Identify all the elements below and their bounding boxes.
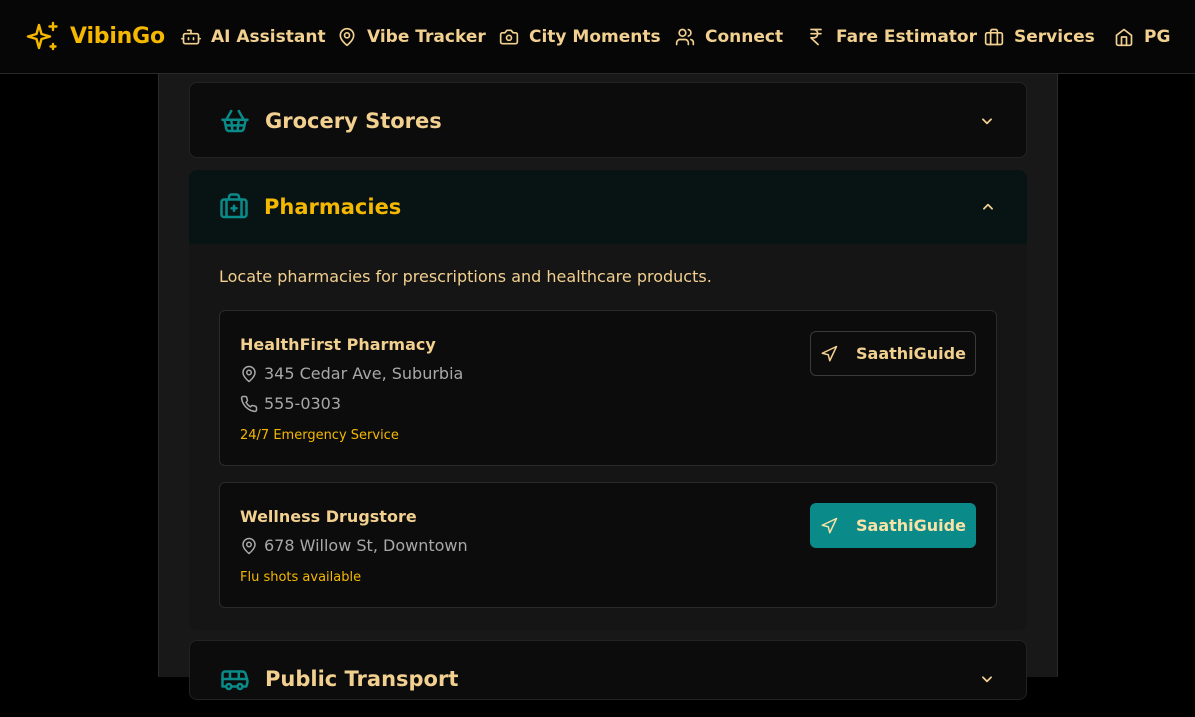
medical-briefcase-icon <box>220 193 248 219</box>
accordion-header-grocery[interactable]: Grocery Stores <box>190 83 1026 159</box>
accordion-title: Grocery Stores <box>265 109 442 133</box>
top-navbar: VibinGo AI Assistant Vibe Tracker City M… <box>0 0 1195 74</box>
pharmacy-note: Flu shots available <box>240 570 362 585</box>
nav-fare-estimator[interactable]: Fare Estimator <box>806 0 977 74</box>
brand-name: VibinGo <box>70 24 165 49</box>
accordion-header-pharmacies[interactable]: Pharmacies <box>189 170 1027 244</box>
button-label: SaathiGuide <box>856 344 966 363</box>
section-description: Locate pharmacies for prescriptions and … <box>219 267 712 286</box>
chevron-down-icon <box>982 118 992 125</box>
nav-connect[interactable]: Connect <box>675 0 783 74</box>
map-pin-icon <box>339 27 355 47</box>
button-label: SaathiGuide <box>856 516 966 535</box>
chevron-up-icon <box>983 203 993 210</box>
pharmacy-address: 678 Willow St, Downtown <box>240 536 468 555</box>
pharmacy-card: HealthFirst Pharmacy 345 Cedar Ave, Subu… <box>219 310 997 466</box>
chevron-down-icon <box>982 676 992 683</box>
nav-vibe-tracker[interactable]: Vibe Tracker <box>337 0 486 74</box>
map-pin-icon <box>242 537 256 554</box>
nav-label: AI Assistant <box>211 27 326 47</box>
pharmacy-address: 345 Cedar Ave, Suburbia <box>240 364 463 383</box>
sparkles-icon <box>26 21 58 50</box>
navigation-icon <box>821 517 838 533</box>
phone-icon <box>240 395 258 412</box>
bus-icon <box>221 670 249 691</box>
saathiguide-button[interactable]: SaathiGuide <box>810 331 976 376</box>
nav-label: Connect <box>705 27 784 47</box>
home-icon <box>1115 28 1133 47</box>
accordion-pharmacies: Pharmacies Locate pharmacies for prescri… <box>189 170 1027 630</box>
pharmacy-card: Wellness Drugstore 678 Willow St, Downto… <box>219 482 997 608</box>
shopping-basket-icon <box>221 109 249 133</box>
pharmacy-phone: 555-0303 <box>240 394 341 413</box>
pharmacy-name: Wellness Drugstore <box>240 507 417 526</box>
bot-icon <box>181 29 201 45</box>
briefcase-icon <box>984 28 1004 46</box>
pharmacy-note: 24/7 Emergency Service <box>240 428 399 443</box>
phone-text: 555-0303 <box>264 394 342 413</box>
navigation-icon <box>821 345 838 361</box>
nav-services[interactable]: Services <box>984 0 1095 74</box>
map-pin-icon <box>242 365 256 382</box>
nav-pg[interactable]: PG <box>1114 0 1170 74</box>
accordion-title: Pharmacies <box>264 195 402 219</box>
address-text: 678 Willow St, Downtown <box>264 536 468 555</box>
nav-ai-assistant[interactable]: AI Assistant <box>181 0 326 74</box>
accordion-header-transport[interactable]: Public Transport <box>190 641 1026 717</box>
nav-label: Services <box>1014 27 1095 47</box>
nav-city-moments[interactable]: City Moments <box>499 0 661 74</box>
camera-icon <box>499 29 519 45</box>
saathiguide-button[interactable]: SaathiGuide <box>810 503 976 548</box>
nav-label: City Moments <box>529 27 661 47</box>
brand-logo[interactable]: VibinGo <box>26 20 165 54</box>
rupee-icon <box>810 28 822 46</box>
nav-label: PG <box>1144 27 1171 47</box>
accordion-title: Public Transport <box>265 667 459 691</box>
nav-label: Vibe Tracker <box>367 27 486 47</box>
users-icon <box>675 28 695 46</box>
nav-label: Fare Estimator <box>836 27 977 47</box>
accordion-grocery-stores: Grocery Stores <box>189 82 1027 158</box>
accordion-public-transport: Public Transport <box>189 640 1027 700</box>
pharmacy-name: HealthFirst Pharmacy <box>240 335 436 354</box>
address-text: 345 Cedar Ave, Suburbia <box>264 364 464 383</box>
